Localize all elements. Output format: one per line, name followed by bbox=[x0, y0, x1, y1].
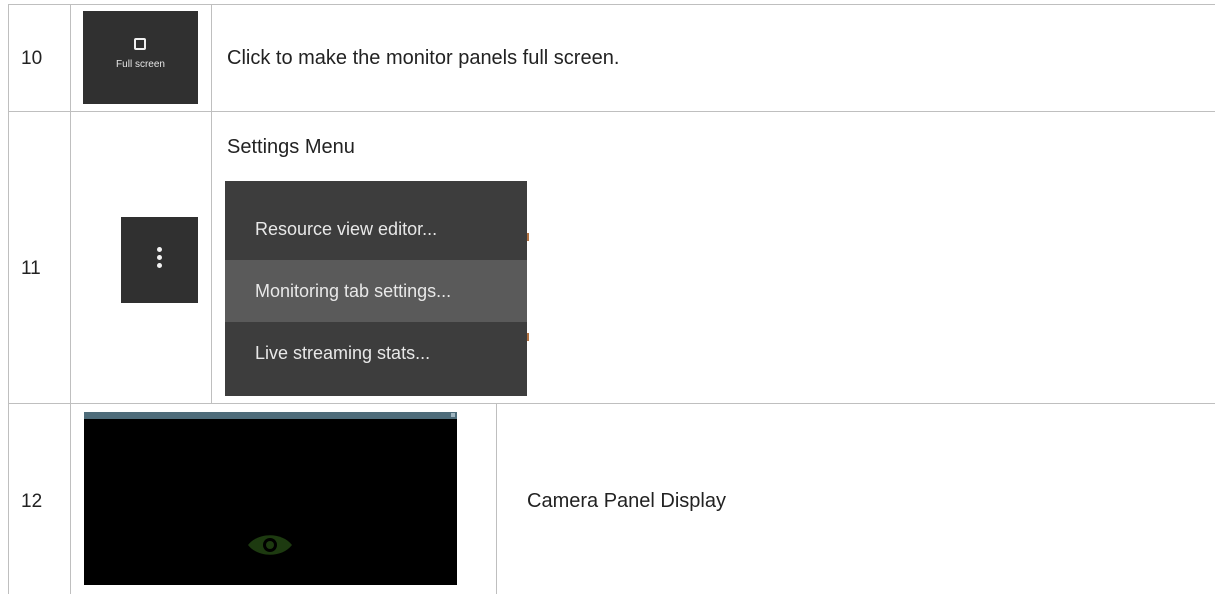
fullscreen-icon bbox=[134, 38, 146, 50]
menu-item-live-streaming-stats[interactable]: Live streaming stats... bbox=[225, 322, 527, 384]
full-screen-label: Full screen bbox=[116, 59, 165, 70]
settings-menu-title: Settings Menu bbox=[227, 136, 355, 158]
menu-edge-marker bbox=[527, 333, 529, 341]
camera-panel-preview[interactable] bbox=[84, 412, 457, 585]
column-divider bbox=[211, 4, 212, 403]
kebab-menu-icon bbox=[157, 247, 162, 271]
settings-menu: Resource view editor... Monitoring tab s… bbox=[225, 181, 529, 396]
row-divider bbox=[8, 403, 1215, 404]
table-border-left bbox=[8, 4, 9, 594]
row-description: Camera Panel Display bbox=[527, 490, 726, 512]
column-divider bbox=[496, 403, 497, 594]
camera-panel-header bbox=[84, 412, 457, 419]
eye-icon bbox=[248, 535, 292, 555]
menu-item-monitoring-tab-settings[interactable]: Monitoring tab settings... bbox=[225, 260, 527, 322]
table-border-top bbox=[8, 4, 1215, 5]
row-divider bbox=[8, 111, 1215, 112]
menu-edge-marker bbox=[527, 233, 529, 241]
row-description: Click to make the monitor panels full sc… bbox=[227, 47, 620, 69]
row-number: 11 bbox=[21, 258, 41, 279]
row-number: 12 bbox=[21, 491, 43, 512]
column-divider bbox=[70, 4, 71, 594]
settings-menu-button[interactable] bbox=[121, 217, 198, 303]
full-screen-button[interactable]: Full screen bbox=[83, 11, 198, 104]
row-number: 10 bbox=[21, 48, 43, 69]
menu-item-resource-view-editor[interactable]: Resource view editor... bbox=[225, 198, 527, 260]
camera-panel-corner-icon bbox=[451, 413, 455, 417]
